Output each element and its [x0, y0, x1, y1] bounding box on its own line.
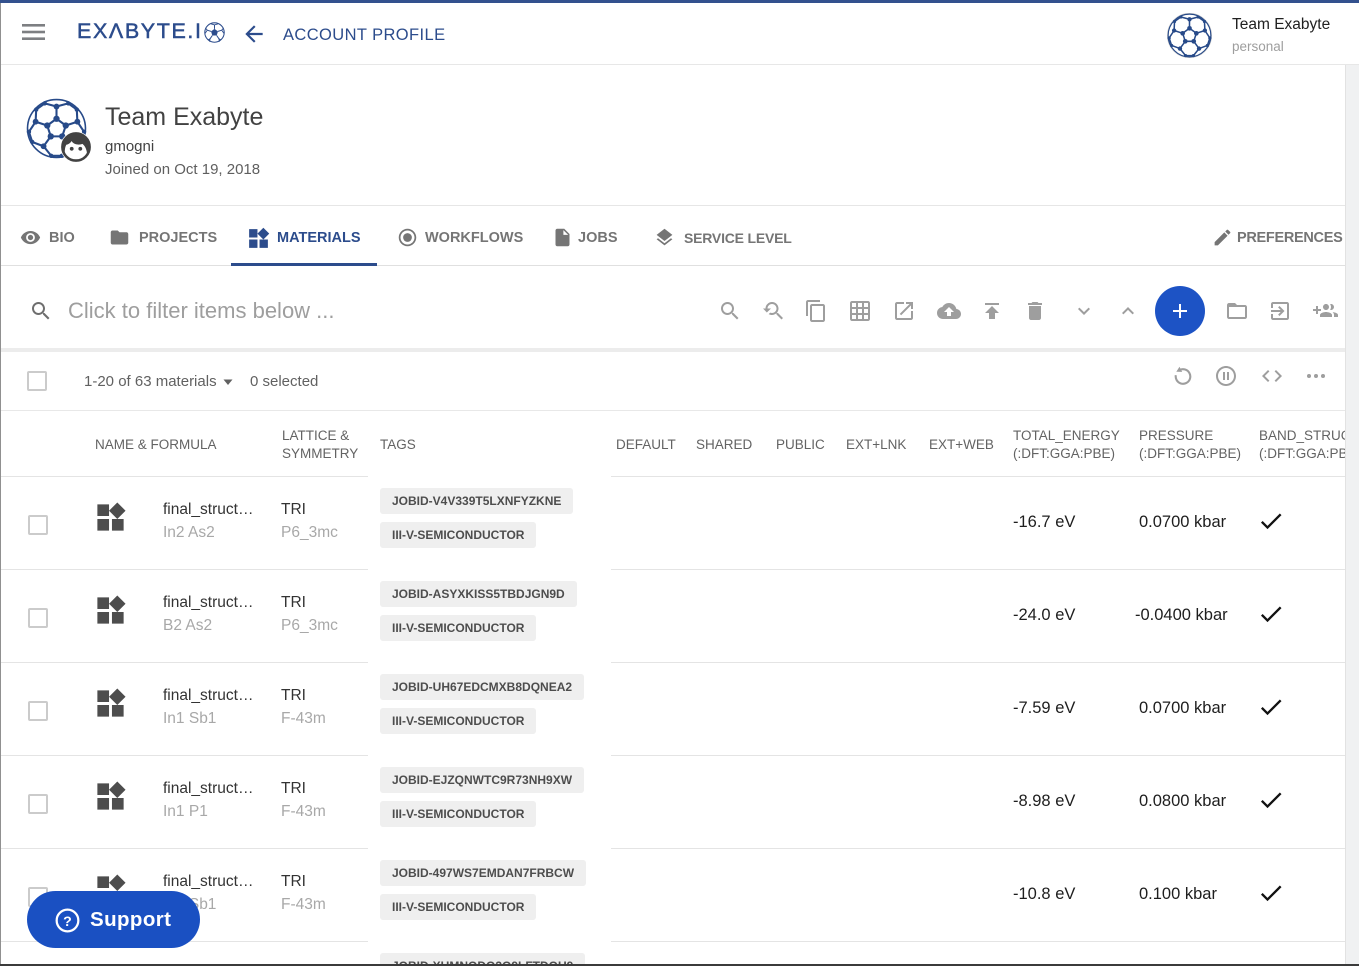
svg-text:?: ? [63, 914, 72, 930]
